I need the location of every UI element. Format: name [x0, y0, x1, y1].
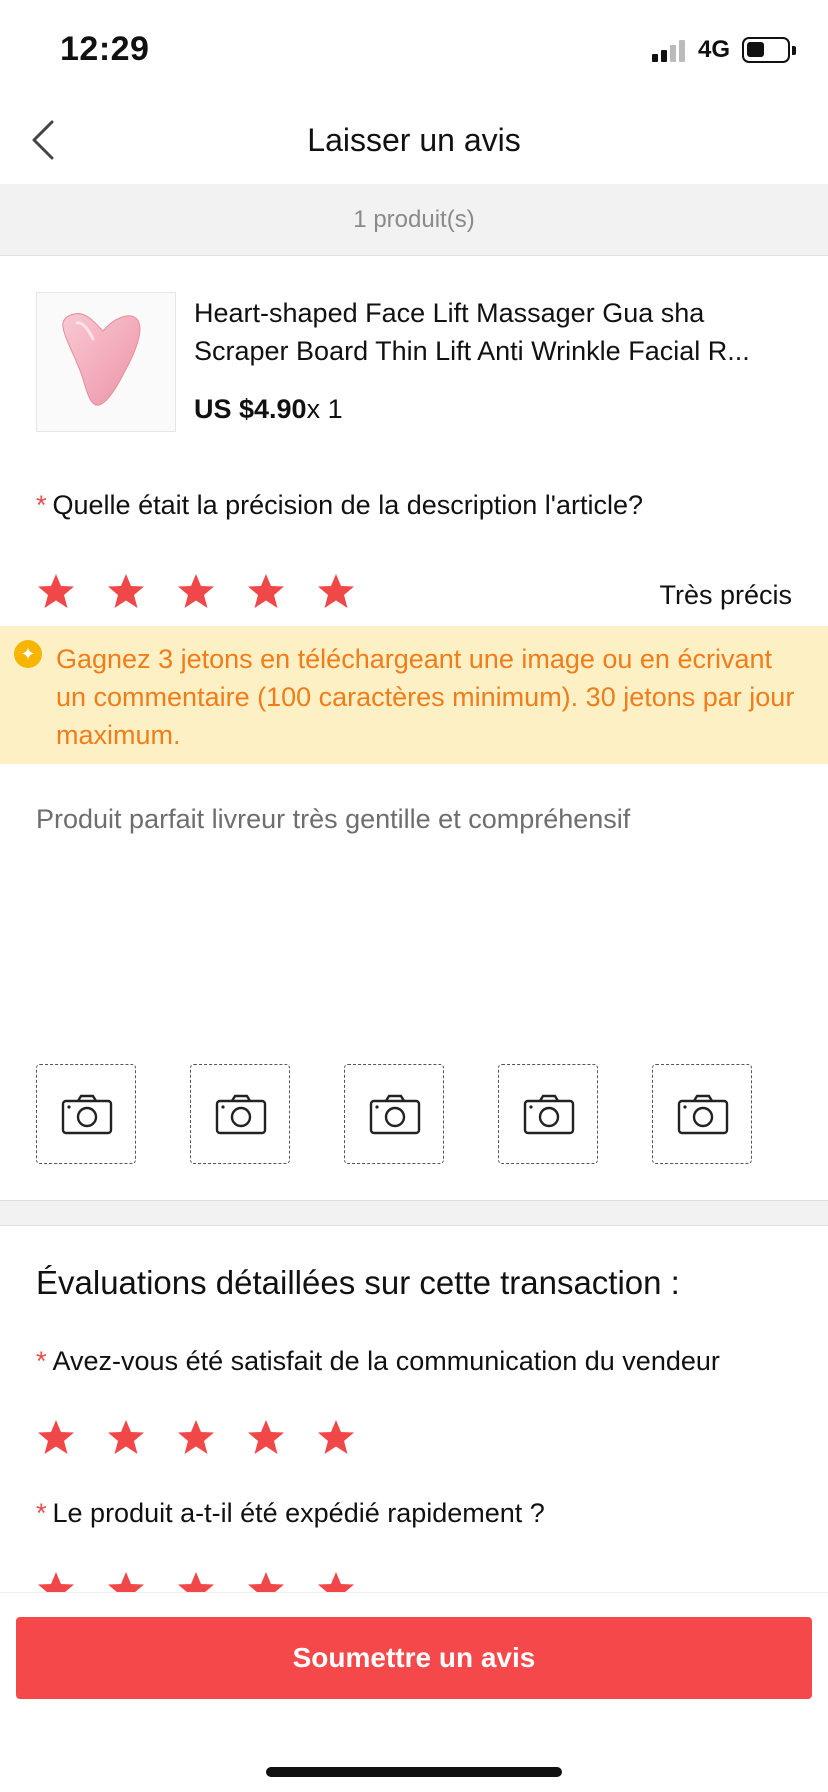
required-mark: *	[36, 490, 47, 520]
product-price-line: US $4.90x 1	[194, 394, 343, 425]
home-indicator[interactable]	[266, 1767, 562, 1777]
rating-stars-description	[36, 572, 356, 616]
star-icon[interactable]	[176, 1418, 216, 1458]
star-icon[interactable]	[246, 572, 286, 612]
rating-stars-communication	[36, 1418, 356, 1462]
star-icon[interactable]	[106, 1418, 146, 1458]
battery-icon	[742, 37, 796, 63]
coins-banner: ✦ Gagnez 3 jetons en téléchargeant une i…	[0, 626, 828, 764]
camera-icon	[215, 1094, 267, 1135]
network-label: 4G	[698, 36, 731, 63]
cellular-signal-icon	[652, 38, 690, 62]
star-icon[interactable]	[316, 572, 356, 612]
photo-upload-slot[interactable]	[190, 1064, 290, 1164]
question-label: Avez-vous été satisfait de la communicat…	[52, 1346, 720, 1376]
star-icon[interactable]	[36, 572, 76, 612]
question-label: Quelle était la précision de la descript…	[52, 490, 643, 520]
required-mark: *	[36, 1498, 47, 1528]
section-title: Évaluations détaillées sur cette transac…	[36, 1264, 680, 1301]
status-time: 12:29	[60, 30, 150, 68]
question-seller-communication: * Avez-vous été satisfait de la communica…	[36, 1346, 720, 1377]
star-icon[interactable]	[106, 572, 146, 612]
coin-sparkle-icon: ✦	[14, 640, 42, 668]
page-title: Laisser un avis	[307, 122, 521, 158]
star-icon[interactable]	[36, 1418, 76, 1458]
required-mark: *	[36, 1346, 47, 1376]
photo-upload-slot[interactable]	[498, 1064, 598, 1164]
question-shipping-speed: * Le produit a-t-il été expédié rapidemen…	[36, 1498, 545, 1529]
question-description-accuracy: * Quelle était la précision de la descrip…	[36, 490, 643, 521]
camera-icon	[677, 1094, 729, 1135]
review-textarea[interactable]: Produit parfait livreur très gentille et…	[36, 800, 796, 1020]
product-thumbnail	[36, 292, 176, 432]
photo-upload-row	[36, 1064, 796, 1166]
status-bar: 12:29 4G	[0, 0, 828, 100]
camera-icon	[61, 1094, 113, 1135]
camera-icon	[523, 1094, 575, 1135]
photo-upload-slot[interactable]	[344, 1064, 444, 1164]
product-card[interactable]: Heart-shaped Face Lift Massager Gua sha …	[36, 290, 796, 432]
submit-review-button[interactable]: Soumettre un avis	[16, 1617, 812, 1699]
product-count: 1 produit(s)	[0, 184, 828, 256]
product-name: Heart-shaped Face Lift Massager Gua sha …	[194, 298, 750, 366]
bottom-bar: Soumettre un avis	[0, 1592, 828, 1792]
banner-text: Gagnez 3 jetons en téléchargeant une ima…	[56, 644, 795, 750]
nav-bar: Laisser un avis	[0, 100, 828, 184]
camera-icon	[369, 1094, 421, 1135]
photo-upload-slot[interactable]	[36, 1064, 136, 1164]
rating-label: Très précis	[659, 580, 792, 610]
product-quantity: x 1	[306, 394, 343, 424]
section-divider	[0, 1200, 828, 1226]
star-icon[interactable]	[176, 572, 216, 612]
question-label: Le produit a-t-il été expédié rapidement…	[52, 1498, 545, 1528]
gua-sha-stone-image	[62, 313, 141, 406]
product-price: US $4.90	[194, 394, 307, 424]
star-icon[interactable]	[316, 1418, 356, 1458]
photo-upload-slot[interactable]	[652, 1064, 752, 1164]
star-icon[interactable]	[246, 1418, 286, 1458]
